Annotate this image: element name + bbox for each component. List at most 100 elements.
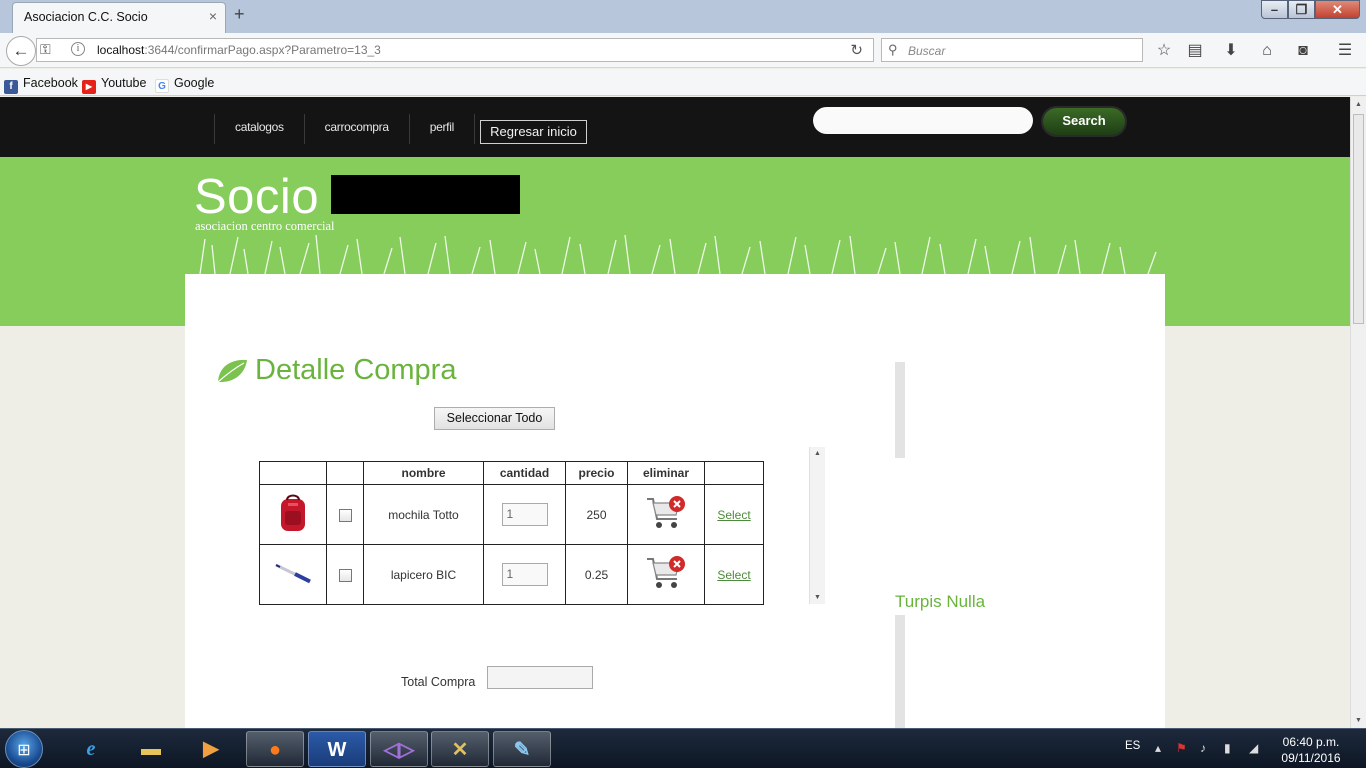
taskbar-clock[interactable]: 06:40 p.m. 09/11/2016: [1271, 734, 1351, 766]
close-icon: ✕: [1332, 2, 1343, 17]
browser-nav-bar: ← ⚿ i localhost:3644/confirmarPago.aspx?…: [0, 33, 1366, 68]
browser-tab-bar: Asociacion C.C. Socio × + – ❐ ✕: [0, 0, 1366, 33]
pen-image: [275, 563, 311, 584]
start-button[interactable]: ⊞: [5, 730, 43, 768]
menu-icon[interactable]: ☰: [1334, 40, 1356, 62]
total-label: Total Compra: [401, 675, 476, 689]
scroll-down-icon[interactable]: ▼: [1355, 717, 1362, 724]
minimize-button[interactable]: –: [1261, 0, 1288, 19]
backpack-image: [281, 494, 305, 531]
scroll-down-icon[interactable]: ▼: [814, 594, 821, 601]
table-header-row: nombre cantidad precio eliminar: [259, 461, 764, 485]
row-checkbox-cell: [326, 484, 364, 545]
select-link[interactable]: Select: [717, 508, 750, 522]
bookmark-google[interactable]: G Google: [155, 76, 214, 93]
bookmark-youtube[interactable]: ▶ Youtube: [82, 76, 146, 94]
menu-item-carrocompra[interactable]: carrocompra: [303, 114, 409, 144]
clock-date: 09/11/2016: [1281, 751, 1341, 765]
quantity-input[interactable]: 1: [501, 563, 548, 586]
language-indicator[interactable]: ES: [1125, 740, 1140, 752]
browser-tab[interactable]: Asociacion C.C. Socio ×: [12, 2, 226, 33]
remove-from-cart-icon[interactable]: [644, 493, 688, 533]
quantity-cell: 1: [483, 484, 566, 545]
bookmark-facebook[interactable]: f Facebook: [4, 76, 78, 94]
row-checkbox-cell: [326, 544, 364, 605]
redacted-block: [331, 175, 520, 214]
select-all-button[interactable]: Seleccionar Todo: [434, 407, 555, 430]
delete-cell: [627, 544, 705, 605]
clock-time: 06:40 p.m.: [1282, 735, 1340, 749]
site-subtitle: asociacion centro comercial: [195, 219, 335, 233]
total-input[interactable]: [487, 666, 593, 689]
file-explorer-icon[interactable]: ▬: [122, 731, 180, 767]
browser-search-input[interactable]: ⚲ Buscar: [881, 38, 1143, 62]
new-tab-icon[interactable]: +: [234, 5, 245, 23]
product-name: lapicero BIC: [363, 544, 484, 605]
search-icon: ⚲: [888, 42, 898, 57]
maximize-button[interactable]: ❐: [1288, 0, 1315, 19]
site-title: Socio: [194, 170, 320, 224]
quantity-input[interactable]: 1: [501, 503, 548, 526]
select-cell: Select: [704, 484, 764, 545]
paint-icon[interactable]: ✎: [493, 731, 551, 767]
back-button[interactable]: ←: [6, 36, 36, 66]
page-viewport: catalogos carrocompra perfil Regresar in…: [0, 97, 1350, 728]
table-scrollbar[interactable]: ▲ ▼: [809, 447, 825, 604]
download-icon[interactable]: ⬇: [1220, 40, 1242, 62]
product-price: 0.25: [565, 544, 628, 605]
column-header-precio: precio: [565, 461, 628, 485]
row-checkbox[interactable]: [338, 508, 352, 522]
word-icon[interactable]: W: [308, 731, 366, 767]
scroll-up-icon[interactable]: ▲: [814, 450, 821, 457]
action-center-icon[interactable]: ⚑: [1176, 741, 1187, 755]
reading-list-icon[interactable]: ▤: [1184, 40, 1206, 62]
tools-icon[interactable]: ✕: [431, 731, 489, 767]
scroll-thumb[interactable]: [1353, 114, 1364, 324]
key-icon: ⚿: [40, 41, 51, 57]
windows-taskbar: ⊞ e ▬ ▶ ● W ◁▷ ✕ ✎ ES ▴ ⚑ ♪ ▮ ◢ 06:40 p.…: [0, 728, 1366, 768]
url-bar[interactable]: ⚿ i localhost:3644/confirmarPago.aspx?Pa…: [36, 38, 874, 62]
media-player-icon[interactable]: ▶: [182, 731, 240, 767]
url-text: localhost:3644/confirmarPago.aspx?Parame…: [97, 43, 381, 57]
scroll-up-icon[interactable]: ▲: [1355, 101, 1362, 108]
internet-explorer-icon[interactable]: e: [62, 731, 120, 767]
reload-icon[interactable]: ↻: [850, 41, 863, 59]
show-hidden-icons-icon[interactable]: ▴: [1155, 741, 1161, 755]
site-search-button[interactable]: Search: [1043, 108, 1125, 135]
column-header-cantidad: cantidad: [483, 461, 566, 485]
visual-studio-icon[interactable]: ◁▷: [370, 731, 428, 767]
tab-close-icon[interactable]: ×: [209, 9, 217, 23]
column-header-nombre: nombre: [363, 461, 484, 485]
volume-icon[interactable]: ♪: [1200, 741, 1206, 755]
info-icon[interactable]: i: [71, 42, 85, 56]
table-row: lapicero BIC 1 0.25 Select: [259, 544, 764, 605]
column-header-eliminar: eliminar: [627, 461, 705, 485]
close-window-button[interactable]: ✕: [1315, 0, 1360, 19]
bookmarks-bar: f Facebook ▶ Youtube G Google: [0, 69, 1366, 96]
search-placeholder: Buscar: [908, 44, 946, 58]
battery-icon[interactable]: ▮: [1224, 741, 1231, 755]
sidebar-block: [895, 362, 905, 458]
product-image-cell: [259, 544, 327, 605]
network-icon[interactable]: ◢: [1249, 741, 1258, 755]
firefox-icon[interactable]: ●: [246, 731, 304, 767]
home-icon[interactable]: ⌂: [1256, 40, 1278, 62]
remove-from-cart-icon[interactable]: [644, 553, 688, 593]
page-scrollbar[interactable]: ▲ ▼: [1350, 97, 1366, 728]
row-checkbox[interactable]: [338, 568, 352, 582]
windows-logo-icon: ⊞: [17, 742, 31, 759]
google-icon: G: [155, 79, 169, 93]
bookmark-star-icon[interactable]: ☆: [1153, 40, 1175, 62]
site-menu: catalogos carrocompra perfil: [214, 114, 475, 144]
return-home-button[interactable]: Regresar inicio: [480, 120, 587, 144]
select-link[interactable]: Select: [717, 568, 750, 582]
main-content: Detalle Compra Seleccionar Todo nombre c…: [185, 274, 1165, 728]
back-arrow-icon: ←: [12, 41, 30, 60]
site-search-input[interactable]: [813, 107, 1033, 134]
page-title: Detalle Compra: [255, 354, 457, 386]
menu-item-perfil[interactable]: perfil: [408, 114, 475, 144]
table-row: mochila Totto 1 250 Select: [259, 484, 764, 545]
sidebar-title: Turpis Nulla: [895, 592, 986, 611]
pocket-icon[interactable]: ◙: [1292, 40, 1314, 62]
menu-item-catalogos[interactable]: catalogos: [214, 114, 304, 144]
